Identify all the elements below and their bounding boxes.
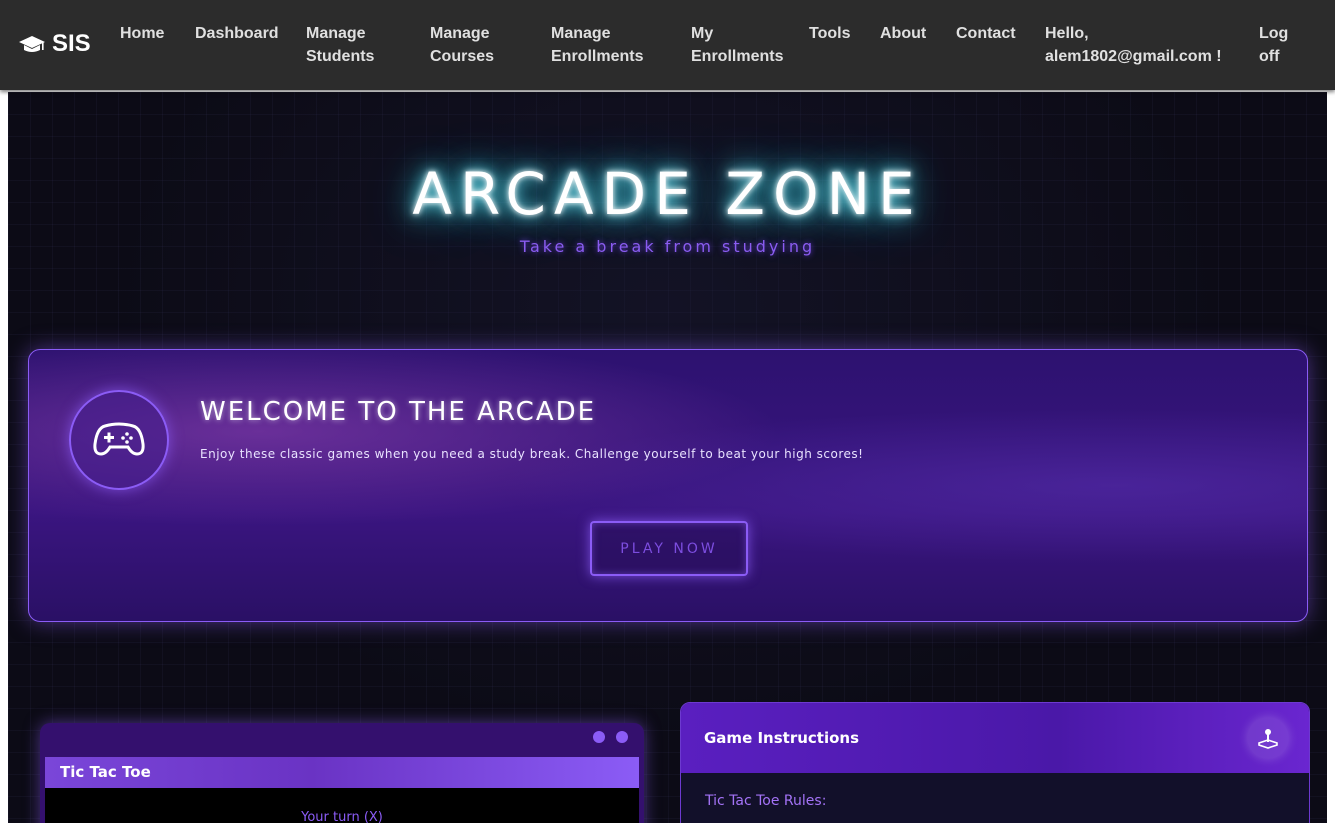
nav-manage-courses[interactable]: Manage Courses bbox=[430, 22, 494, 68]
tic-tac-toe-window: Tic Tac Toe Your turn (X) bbox=[40, 723, 644, 823]
window-dot-icon[interactable] bbox=[593, 731, 605, 743]
logoff-link[interactable]: Log off bbox=[1259, 22, 1288, 68]
window-dot-icon[interactable] bbox=[616, 731, 628, 743]
gamepad-badge bbox=[69, 390, 169, 490]
arcade-page: ARCADE ZONE Take a break from studying W… bbox=[8, 92, 1327, 823]
rules-title: Tic Tac Toe Rules: bbox=[705, 793, 827, 809]
welcome-panel: WELCOME TO THE ARCADE Enjoy these classi… bbox=[28, 349, 1308, 622]
nav-about[interactable]: About bbox=[880, 22, 926, 45]
nav-my-enrollments[interactable]: My Enrollments bbox=[691, 22, 783, 68]
page-subtitle: Take a break from studying bbox=[519, 237, 816, 256]
instructions-panel: Game Instructions Tic Tac Toe Rules: bbox=[680, 702, 1310, 823]
nav-home[interactable]: Home bbox=[120, 22, 164, 45]
instructions-title: Game Instructions bbox=[704, 729, 860, 747]
top-navbar: SIS Home Dashboard Manage Students Manag… bbox=[0, 0, 1335, 90]
game-board-area: Your turn (X) bbox=[45, 788, 639, 823]
nav-contact[interactable]: Contact bbox=[956, 22, 1016, 45]
page-title: ARCADE ZONE bbox=[412, 160, 923, 228]
gamepad-icon bbox=[93, 422, 145, 456]
turn-status: Your turn (X) bbox=[301, 810, 383, 823]
play-now-button[interactable]: PLAY NOW bbox=[590, 521, 748, 576]
brand-label: SIS bbox=[52, 30, 91, 57]
welcome-description: Enjoy these classic games when you need … bbox=[200, 447, 864, 461]
graduation-cap-icon bbox=[19, 36, 45, 52]
user-greeting[interactable]: Hello, alem1802@gmail.com ! bbox=[1045, 22, 1222, 68]
nav-tools[interactable]: Tools bbox=[809, 22, 850, 45]
nav-manage-students[interactable]: Manage Students bbox=[306, 22, 374, 68]
nav-manage-enrollments[interactable]: Manage Enrollments bbox=[551, 22, 643, 68]
nav-dashboard[interactable]: Dashboard bbox=[195, 22, 279, 45]
instructions-header: Game Instructions bbox=[681, 703, 1309, 773]
joystick-icon bbox=[1247, 717, 1289, 759]
brand-link[interactable]: SIS bbox=[18, 30, 91, 58]
game-title: Tic Tac Toe bbox=[45, 757, 639, 788]
welcome-title: WELCOME TO THE ARCADE bbox=[200, 397, 597, 427]
